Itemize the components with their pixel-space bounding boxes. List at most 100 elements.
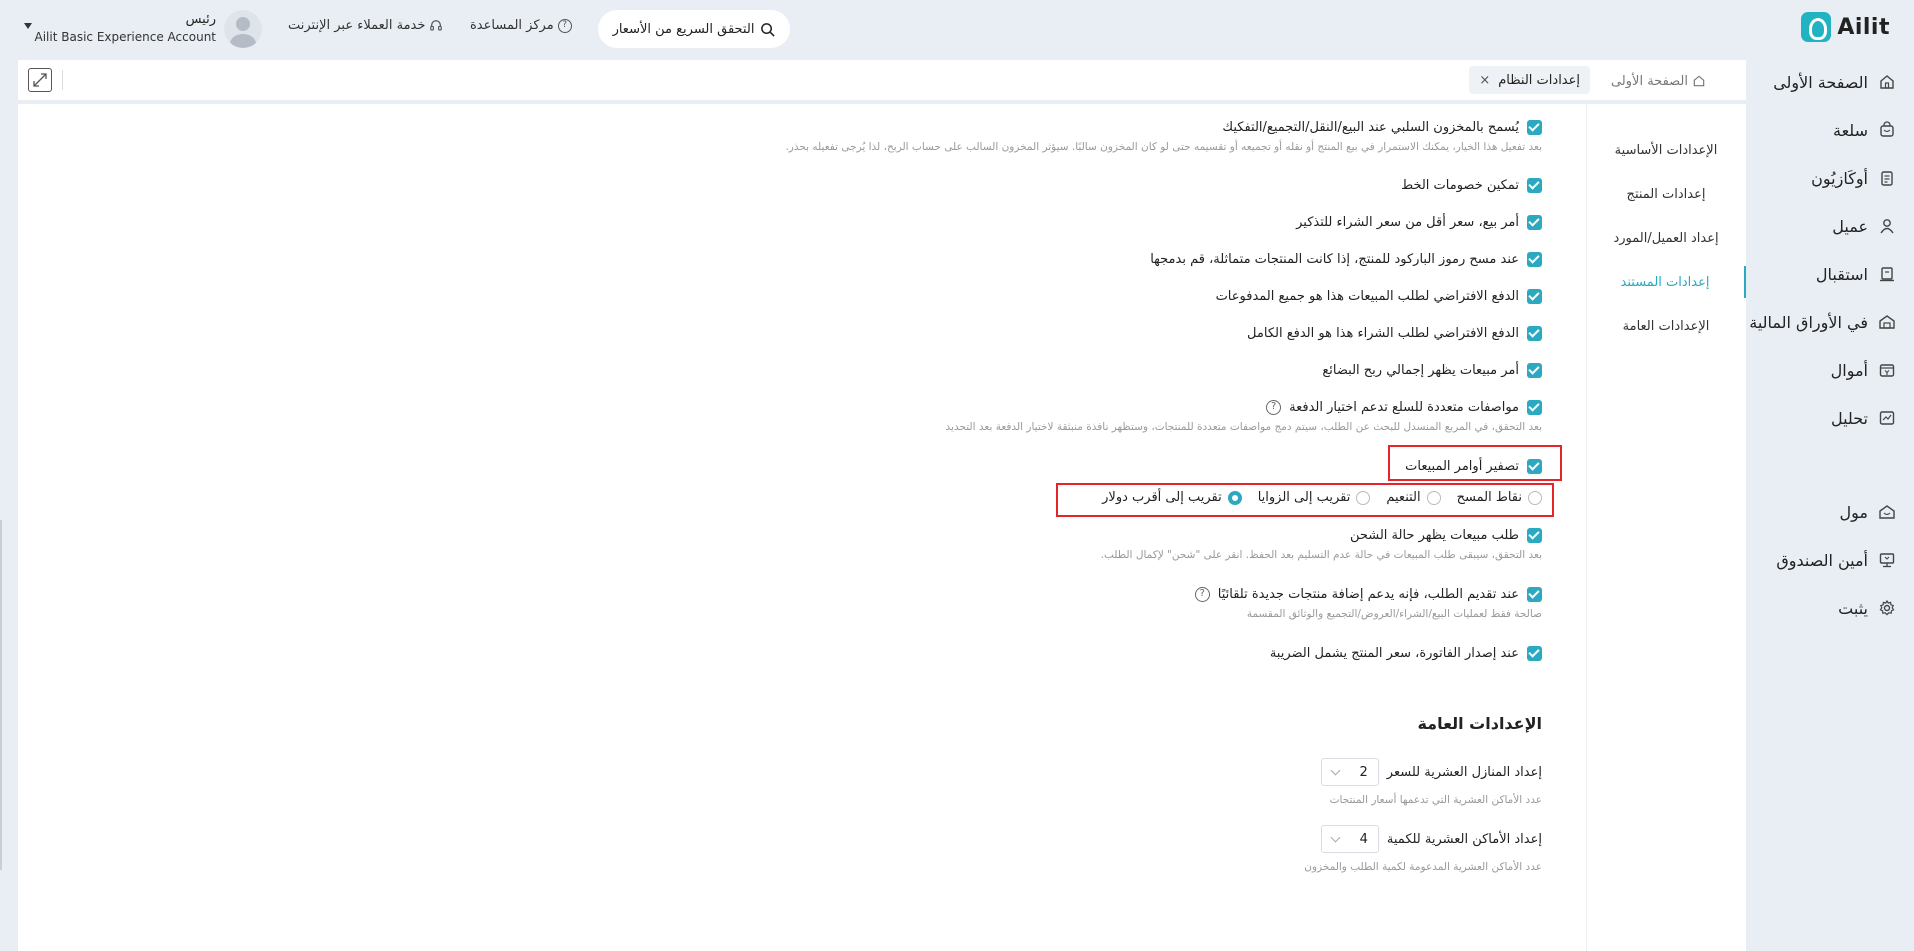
option-label: طلب مبيعات يظهر حالة الشحن: [1349, 528, 1519, 543]
tab-system-settings-label: إعدادات النظام: [1498, 72, 1580, 88]
mall-icon: [1878, 503, 1896, 521]
rounding-radio-group: نقاط المسح التنعيم تقريب إلى الزوايا تقر…: [1086, 490, 1542, 505]
scrollbar[interactable]: [0, 520, 2, 870]
price-decimals-select[interactable]: 2: [1320, 758, 1379, 786]
checkbox-show-gross-profit[interactable]: [1527, 363, 1542, 378]
help-circle-icon[interactable]: ?: [1194, 587, 1210, 602]
sidebar-item-mall[interactable]: مول: [1746, 497, 1896, 527]
sidebar-item-analysis[interactable]: تحليل: [1746, 403, 1896, 433]
option-label: عند تقديم الطلب، فإنه يدعم إضافة منتجات …: [1217, 587, 1519, 602]
sidebar-item-label: الصفحة الأولى: [1773, 72, 1868, 92]
sidebar-item-stock[interactable]: في الأوراق المالية: [1746, 307, 1896, 337]
checkbox-auto-add-products[interactable]: [1527, 587, 1542, 602]
option-label: مواصفات متعددة للسلع تدعم اختيار الدفعة: [1289, 400, 1519, 415]
sidebar-item-label: تحليل: [1830, 408, 1868, 428]
home-icon: [1693, 75, 1705, 87]
sidebar-item-customer[interactable]: عميل: [1746, 211, 1896, 241]
price-decimals-label: إعداد المنازل العشرية للسعر: [1386, 764, 1542, 780]
quick-price-check-button[interactable]: التحقق السريع من الأسعار: [598, 10, 790, 48]
close-icon[interactable]: ×: [1479, 73, 1490, 88]
radio-round-to-dimes[interactable]: [1356, 490, 1371, 505]
logo-text: Ailit: [1837, 14, 1890, 40]
checkbox-price-includes-tax[interactable]: [1527, 646, 1542, 661]
chevron-down-icon: [1330, 832, 1341, 842]
radio-round-to-dollar[interactable]: [1227, 490, 1242, 505]
qty-decimals-value: 4: [1359, 831, 1368, 847]
subnav-item-general[interactable]: الإعدادات العامة: [1586, 310, 1746, 342]
online-customer-service-link[interactable]: خدمة العملاء عبر الإنترنت: [288, 18, 443, 33]
sidebar-item-money[interactable]: أموال: [1746, 355, 1896, 385]
sidebar-item-receive[interactable]: استقبال: [1746, 259, 1896, 289]
option-show-shipping-status: طلب مبيعات يظهر حالة الشحن بعد التحقق، س…: [202, 528, 1542, 561]
qty-decimals-select[interactable]: 4: [1320, 825, 1379, 853]
search-icon: [761, 22, 776, 37]
help-center-link[interactable]: ? مركز المساعدة: [470, 18, 572, 33]
sidebar-item-product[interactable]: سلعة: [1746, 115, 1896, 145]
radio-smoothing[interactable]: [1426, 490, 1441, 505]
radio-option-smoothing[interactable]: التنعيم: [1386, 490, 1441, 505]
sidebar-item-label: مول: [1839, 502, 1868, 522]
radio-option-round-to-dollar[interactable]: تقريب إلى أقرب دولار: [1102, 490, 1242, 505]
subnav-item-document[interactable]: إعدادات المستند: [1586, 266, 1746, 298]
option-label: عند إصدار الفاتورة، سعر المنتج يشمل الضر…: [1269, 646, 1519, 661]
radio-label: تقريب إلى الزوايا: [1257, 490, 1351, 505]
app-logo[interactable]: Ailit: [1801, 12, 1890, 42]
sidebar-item-label: أوكَازيُون: [1811, 168, 1868, 188]
sidebar-item-label: أموال: [1830, 360, 1868, 380]
radio-erase-points[interactable]: [1528, 490, 1542, 505]
subnav-item-customer-supplier[interactable]: إعداد العميل/المورد: [1586, 222, 1746, 254]
caret-down-icon: [24, 23, 32, 29]
option-description: بعد التحقق، في المربع المنسدل للبحث عن ا…: [945, 421, 1542, 433]
checkbox-below-cost-reminder[interactable]: [1527, 215, 1542, 230]
sidebar-item-home[interactable]: الصفحة الأولى: [1746, 67, 1896, 97]
option-label: يُسمح بالمخزون السلبي عند البيع/النقل/ال…: [1222, 120, 1519, 135]
option-zero-sales-orders: تصفير أوامر المبيعات: [202, 459, 1542, 474]
sidebar-item-settings[interactable]: يثبت: [1746, 593, 1896, 623]
sidebar-item-sales[interactable]: أوكَازيُون: [1746, 163, 1896, 193]
radio-label: نقاط المسح: [1456, 490, 1522, 505]
subnav-item-label: إعدادات المنتج: [1626, 186, 1706, 202]
help-circle-icon: ?: [557, 18, 572, 33]
checkbox-show-shipping-status[interactable]: [1527, 528, 1542, 543]
sidebar-item-label: عميل: [1832, 216, 1868, 236]
checkbox-merge-barcode[interactable]: [1527, 252, 1542, 267]
sidebar-item-label: يثبت: [1838, 598, 1868, 618]
option-auto-add-products: عند تقديم الطلب، فإنه يدعم إضافة منتجات …: [202, 587, 1542, 620]
checkbox-negative-stock[interactable]: [1527, 120, 1542, 135]
checkbox-purchase-full-payment[interactable]: [1527, 326, 1542, 341]
cashier-icon: [1878, 551, 1896, 569]
tab-home-label: الصفحة الأولى: [1610, 73, 1688, 89]
sidebar-item-label: أمين الصندوق: [1776, 550, 1868, 570]
fullscreen-button[interactable]: [28, 68, 52, 92]
tabs-bar: الصفحة الأولى إعدادات النظام ×: [18, 60, 1746, 100]
quick-price-check-label: التحقق السريع من الأسعار: [612, 21, 755, 37]
receive-icon: [1878, 265, 1896, 283]
radio-label: التنعيم: [1386, 490, 1421, 505]
checkbox-multi-spec-batch[interactable]: [1527, 400, 1542, 415]
radio-option-erase-points[interactable]: نقاط المسح: [1457, 490, 1542, 505]
subnav-item-basic[interactable]: الإعدادات الأساسية: [1586, 134, 1746, 166]
sidebar-item-cashier[interactable]: أمين الصندوق: [1746, 545, 1896, 575]
sidebar-item-label: في الأوراق المالية: [1749, 312, 1868, 332]
subnav-item-product[interactable]: إعدادات المنتج: [1586, 178, 1746, 210]
option-show-gross-profit: أمر مبيعات يظهر إجمالي ربح البضائع: [202, 363, 1542, 378]
radio-option-round-to-dimes[interactable]: تقريب إلى الزوايا: [1258, 490, 1371, 505]
settings-panel: الإعدادات الأساسية إعدادات المنتج إعداد …: [18, 104, 1746, 951]
account-menu[interactable]: رئيس Ailit Basic Experience Account: [22, 10, 262, 50]
option-description: بعد التحقق، سيبقى طلب المبيعات في حالة ع…: [1100, 549, 1542, 561]
checkbox-line-discounts[interactable]: [1527, 178, 1542, 193]
option-label: الدفع الافتراضي لطلب الشراء هذا هو الدفع…: [1247, 326, 1519, 341]
help-circle-icon[interactable]: ?: [1266, 400, 1282, 415]
tab-system-settings[interactable]: إعدادات النظام ×: [1469, 66, 1590, 94]
subnav-item-label: الإعدادات الأساسية: [1614, 142, 1718, 158]
checkbox-sales-full-payment[interactable]: [1527, 289, 1542, 304]
sidebar-item-label: سلعة: [1833, 120, 1868, 140]
tab-home[interactable]: الصفحة الأولى: [1611, 68, 1706, 94]
chart-icon: [1878, 409, 1896, 427]
account-name: Ailit Basic Experience Account: [34, 30, 217, 44]
option-line-discounts: تمكين خصومات الخط: [202, 178, 1542, 193]
qty-decimals-field: إعداد الأماكن العشرية للكمية 4 عدد الأما…: [1304, 825, 1542, 873]
price-decimals-field: إعداد المنازل العشرية للسعر 2 عدد الأماك…: [1320, 758, 1542, 806]
home-icon: [1878, 73, 1896, 91]
stock-icon: [1878, 313, 1896, 331]
